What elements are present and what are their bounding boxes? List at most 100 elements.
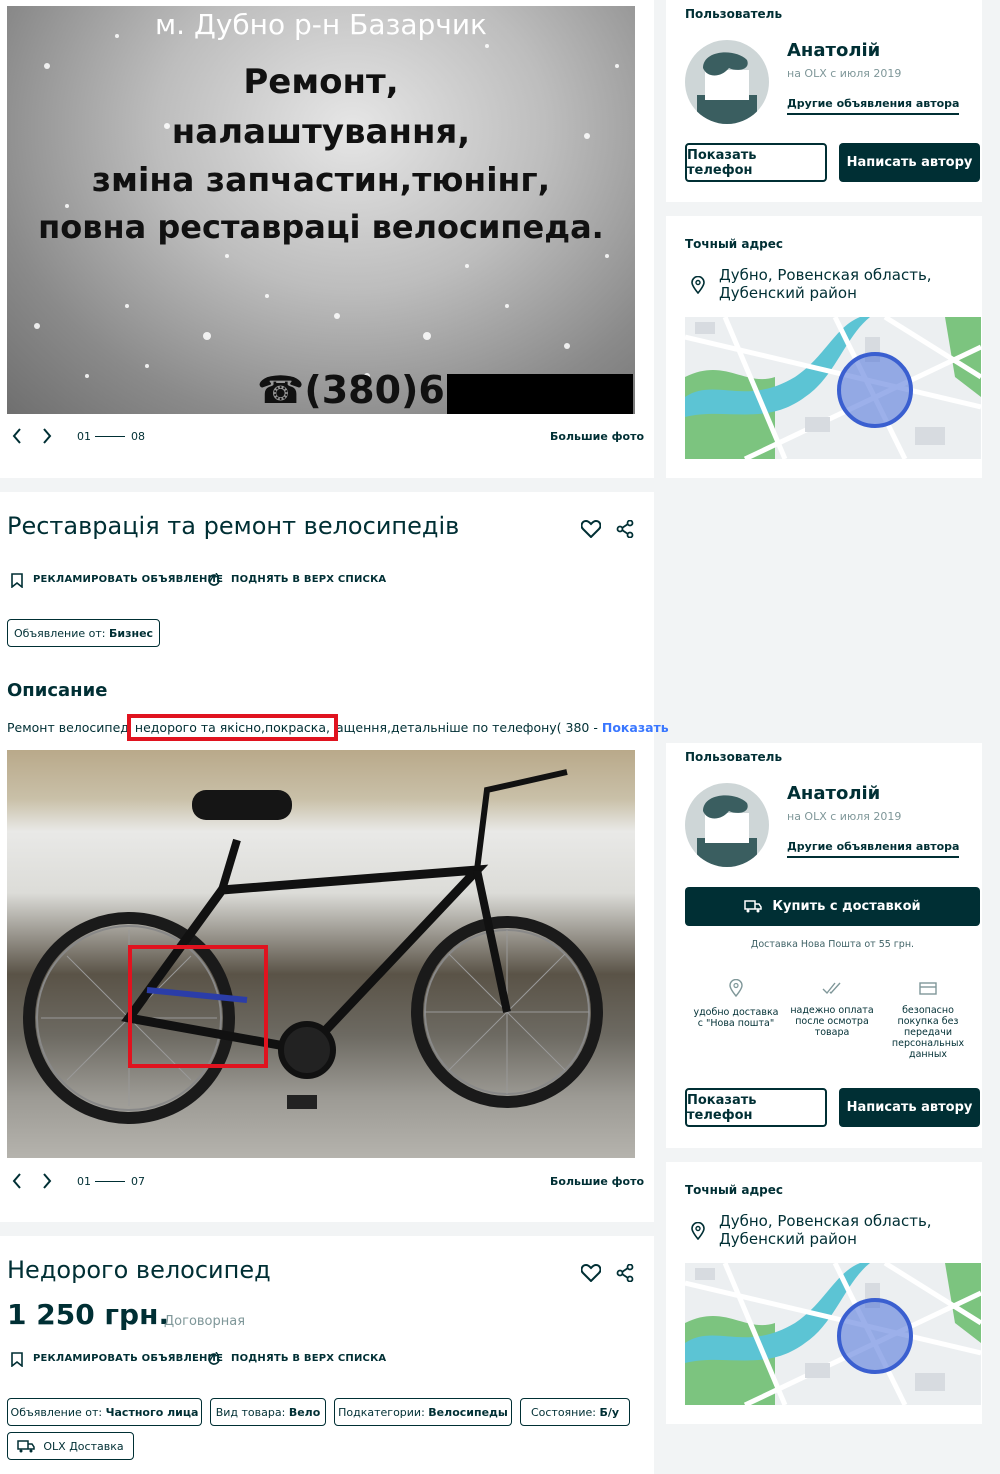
tag-value: Велосипеды (428, 1405, 508, 1419)
seller-type-tag: Объявление от: Бизнес (7, 619, 160, 647)
photo-phone-text: ☎(380)63 (257, 368, 472, 412)
gallery-divider (95, 436, 125, 437)
gallery-prev-icon[interactable] (8, 427, 26, 445)
description-highlight: недорого та якісно,покраска, (126, 714, 339, 741)
heart-icon[interactable] (580, 1262, 602, 1284)
price: 1 250 грн. (7, 1298, 170, 1331)
address-line-1: Дубно, Ровенская область, (719, 266, 932, 284)
raise-ad-link[interactable]: ПОДНЯТЬ В ВЕРХ СПИСКА (231, 574, 386, 585)
gallery-current: 01 (77, 430, 91, 443)
seller-name: Анатолій (787, 783, 881, 804)
condition-tag: Состояние: Б/у (520, 1398, 630, 1426)
bicycle-illustration (23, 769, 603, 1124)
listing-1-title: Реставрація та ремонт велосипедів (7, 512, 460, 540)
refresh-icon (206, 1351, 222, 1367)
seller-card-2: Пользователь Анатолій на OLX с июля 2019… (666, 743, 982, 1148)
feature-safe: безопасно покупка без передачи персональ… (882, 979, 974, 1060)
address-card-1: Точный адрес Дубно, Ровенская область, Д… (666, 216, 982, 478)
photo-text-line-3: налаштування, (171, 112, 471, 152)
gallery-current: 01 (77, 1175, 91, 1188)
share-icon[interactable] (614, 518, 636, 540)
listing-1-card: м. Дубно р-н Базарчик Ремонт, налаштуван… (0, 0, 654, 478)
bookmark-icon (10, 1351, 24, 1367)
negotiable-label: Договорная (164, 1314, 246, 1329)
other-ads-link[interactable]: Другие объявления автора (787, 97, 960, 115)
redaction-block (447, 374, 633, 414)
seller-card-1: Пользователь Анатолій на OLX с июля 2019… (666, 0, 982, 202)
gallery-total: 08 (131, 430, 145, 443)
gallery-divider (95, 1181, 125, 1182)
map-illustration (685, 317, 981, 459)
user-section-label: Пользователь (685, 7, 783, 21)
tag-value: Бизнес (109, 626, 154, 640)
address-card-2: Точный адрес Дубно, Ровенская область, Д… (666, 1162, 982, 1424)
olx-delivery-tag: OLX Доставка (7, 1432, 134, 1460)
heart-icon[interactable] (580, 518, 602, 540)
description-heading: Описание (7, 680, 108, 701)
tag-label: Подкатегории: (338, 1405, 425, 1419)
listing-2-card: Недорого велосипед 1 250 грн. Договорная… (0, 1236, 654, 1474)
feature-text: удобно доставка с "Нова пошта" (693, 1007, 779, 1029)
gallery-next-icon[interactable] (38, 427, 56, 445)
address-map[interactable] (685, 1263, 981, 1405)
address-label: Точный адрес (685, 1183, 784, 1197)
raise-ad-link[interactable]: ПОДНЯТЬ В ВЕРХ СПИСКА (231, 1353, 386, 1364)
map-illustration (685, 1263, 981, 1405)
truck-icon (744, 900, 763, 913)
olx-delivery-label: OLX Доставка (43, 1439, 124, 1453)
address-map[interactable] (685, 317, 981, 459)
photo-text-line-1: м. Дубно р-н Базарчик (155, 8, 487, 41)
listing-1-photo[interactable]: м. Дубно р-н Базарчик Ремонт, налаштуван… (7, 6, 635, 414)
show-phone-button[interactable]: Показать телефон (685, 1088, 827, 1127)
gallery-next-icon[interactable] (38, 1172, 56, 1190)
promote-ad-link[interactable]: РЕКЛАМИРОВАТЬ ОБЪЯВЛЕНИЕ (33, 574, 223, 585)
credit-card-icon (918, 979, 938, 997)
refresh-icon (206, 572, 222, 588)
tag-label: Объявление от: (10, 1405, 103, 1419)
user-avatar-icon (697, 795, 757, 867)
show-phone-button[interactable]: Показать телефон (685, 143, 827, 182)
show-phone-link[interactable]: Показать (602, 720, 669, 735)
promote-ad-link[interactable]: РЕКЛАМИРОВАТЬ ОБЪЯВЛЕНИЕ (33, 1353, 223, 1364)
product-type-tag: Вид товара: Вело (210, 1398, 326, 1426)
subcategory-tag: Подкатегории: Велосипеды (334, 1398, 512, 1426)
write-author-button[interactable]: Написать автору (839, 1088, 980, 1127)
highlight-box (128, 945, 268, 1068)
description-part-2: ащення,детальніше по телефону( 380 - (335, 720, 598, 735)
gallery-prev-icon[interactable] (8, 1172, 26, 1190)
delivery-note: Доставка Нова Пошта от 55 грн. (750, 939, 915, 950)
write-author-button[interactable]: Написать автору (839, 143, 980, 182)
feature-text: безопасно покупка без передачи персональ… (891, 1004, 965, 1060)
tag-value: Частного лица (105, 1405, 199, 1419)
buy-with-delivery-button[interactable]: Купить с доставкой (685, 887, 980, 926)
photo-text-line-2: Ремонт, (243, 62, 399, 102)
share-icon[interactable] (614, 1262, 636, 1284)
seller-since: на OLX с июля 2019 (787, 810, 902, 823)
feature-text: надежно оплата после осмотра товара (790, 1005, 874, 1038)
address-line-2: Дубенский район (719, 1230, 857, 1248)
listing-1-details-card: Реставрація та ремонт велосипедів РЕКЛАМ… (0, 492, 669, 1222)
more-photos-link[interactable]: Большие фото (550, 430, 644, 443)
listing-2-title: Недорого велосипед (7, 1256, 271, 1284)
user-avatar-icon (697, 52, 757, 124)
user-section-label: Пользователь (685, 750, 783, 764)
feature-convenient: удобно доставка с "Нова пошта" (690, 979, 782, 1029)
double-check-icon (822, 979, 842, 997)
address-label: Точный адрес (685, 237, 784, 251)
seller-name: Анатолій (787, 40, 881, 61)
truck-icon (17, 1439, 36, 1453)
more-photos-link[interactable]: Большие фото (550, 1175, 644, 1188)
avatar[interactable] (685, 783, 769, 867)
other-ads-link[interactable]: Другие объявления автора (787, 840, 960, 858)
tag-value: Вело (288, 1405, 321, 1419)
gallery-total: 07 (131, 1175, 145, 1188)
location-pin-icon (728, 979, 744, 997)
avatar[interactable] (685, 40, 769, 124)
location-pin-icon (690, 276, 706, 294)
address-line-2: Дубенский район (719, 284, 857, 302)
tag-label: Объявление от: (13, 626, 106, 640)
tag-value: Б/у (599, 1405, 620, 1419)
bicycle-photo[interactable] (7, 750, 635, 1158)
photo-text-line-4: зміна запчастин,тюнінг, (91, 160, 551, 199)
bookmark-icon (10, 572, 24, 588)
